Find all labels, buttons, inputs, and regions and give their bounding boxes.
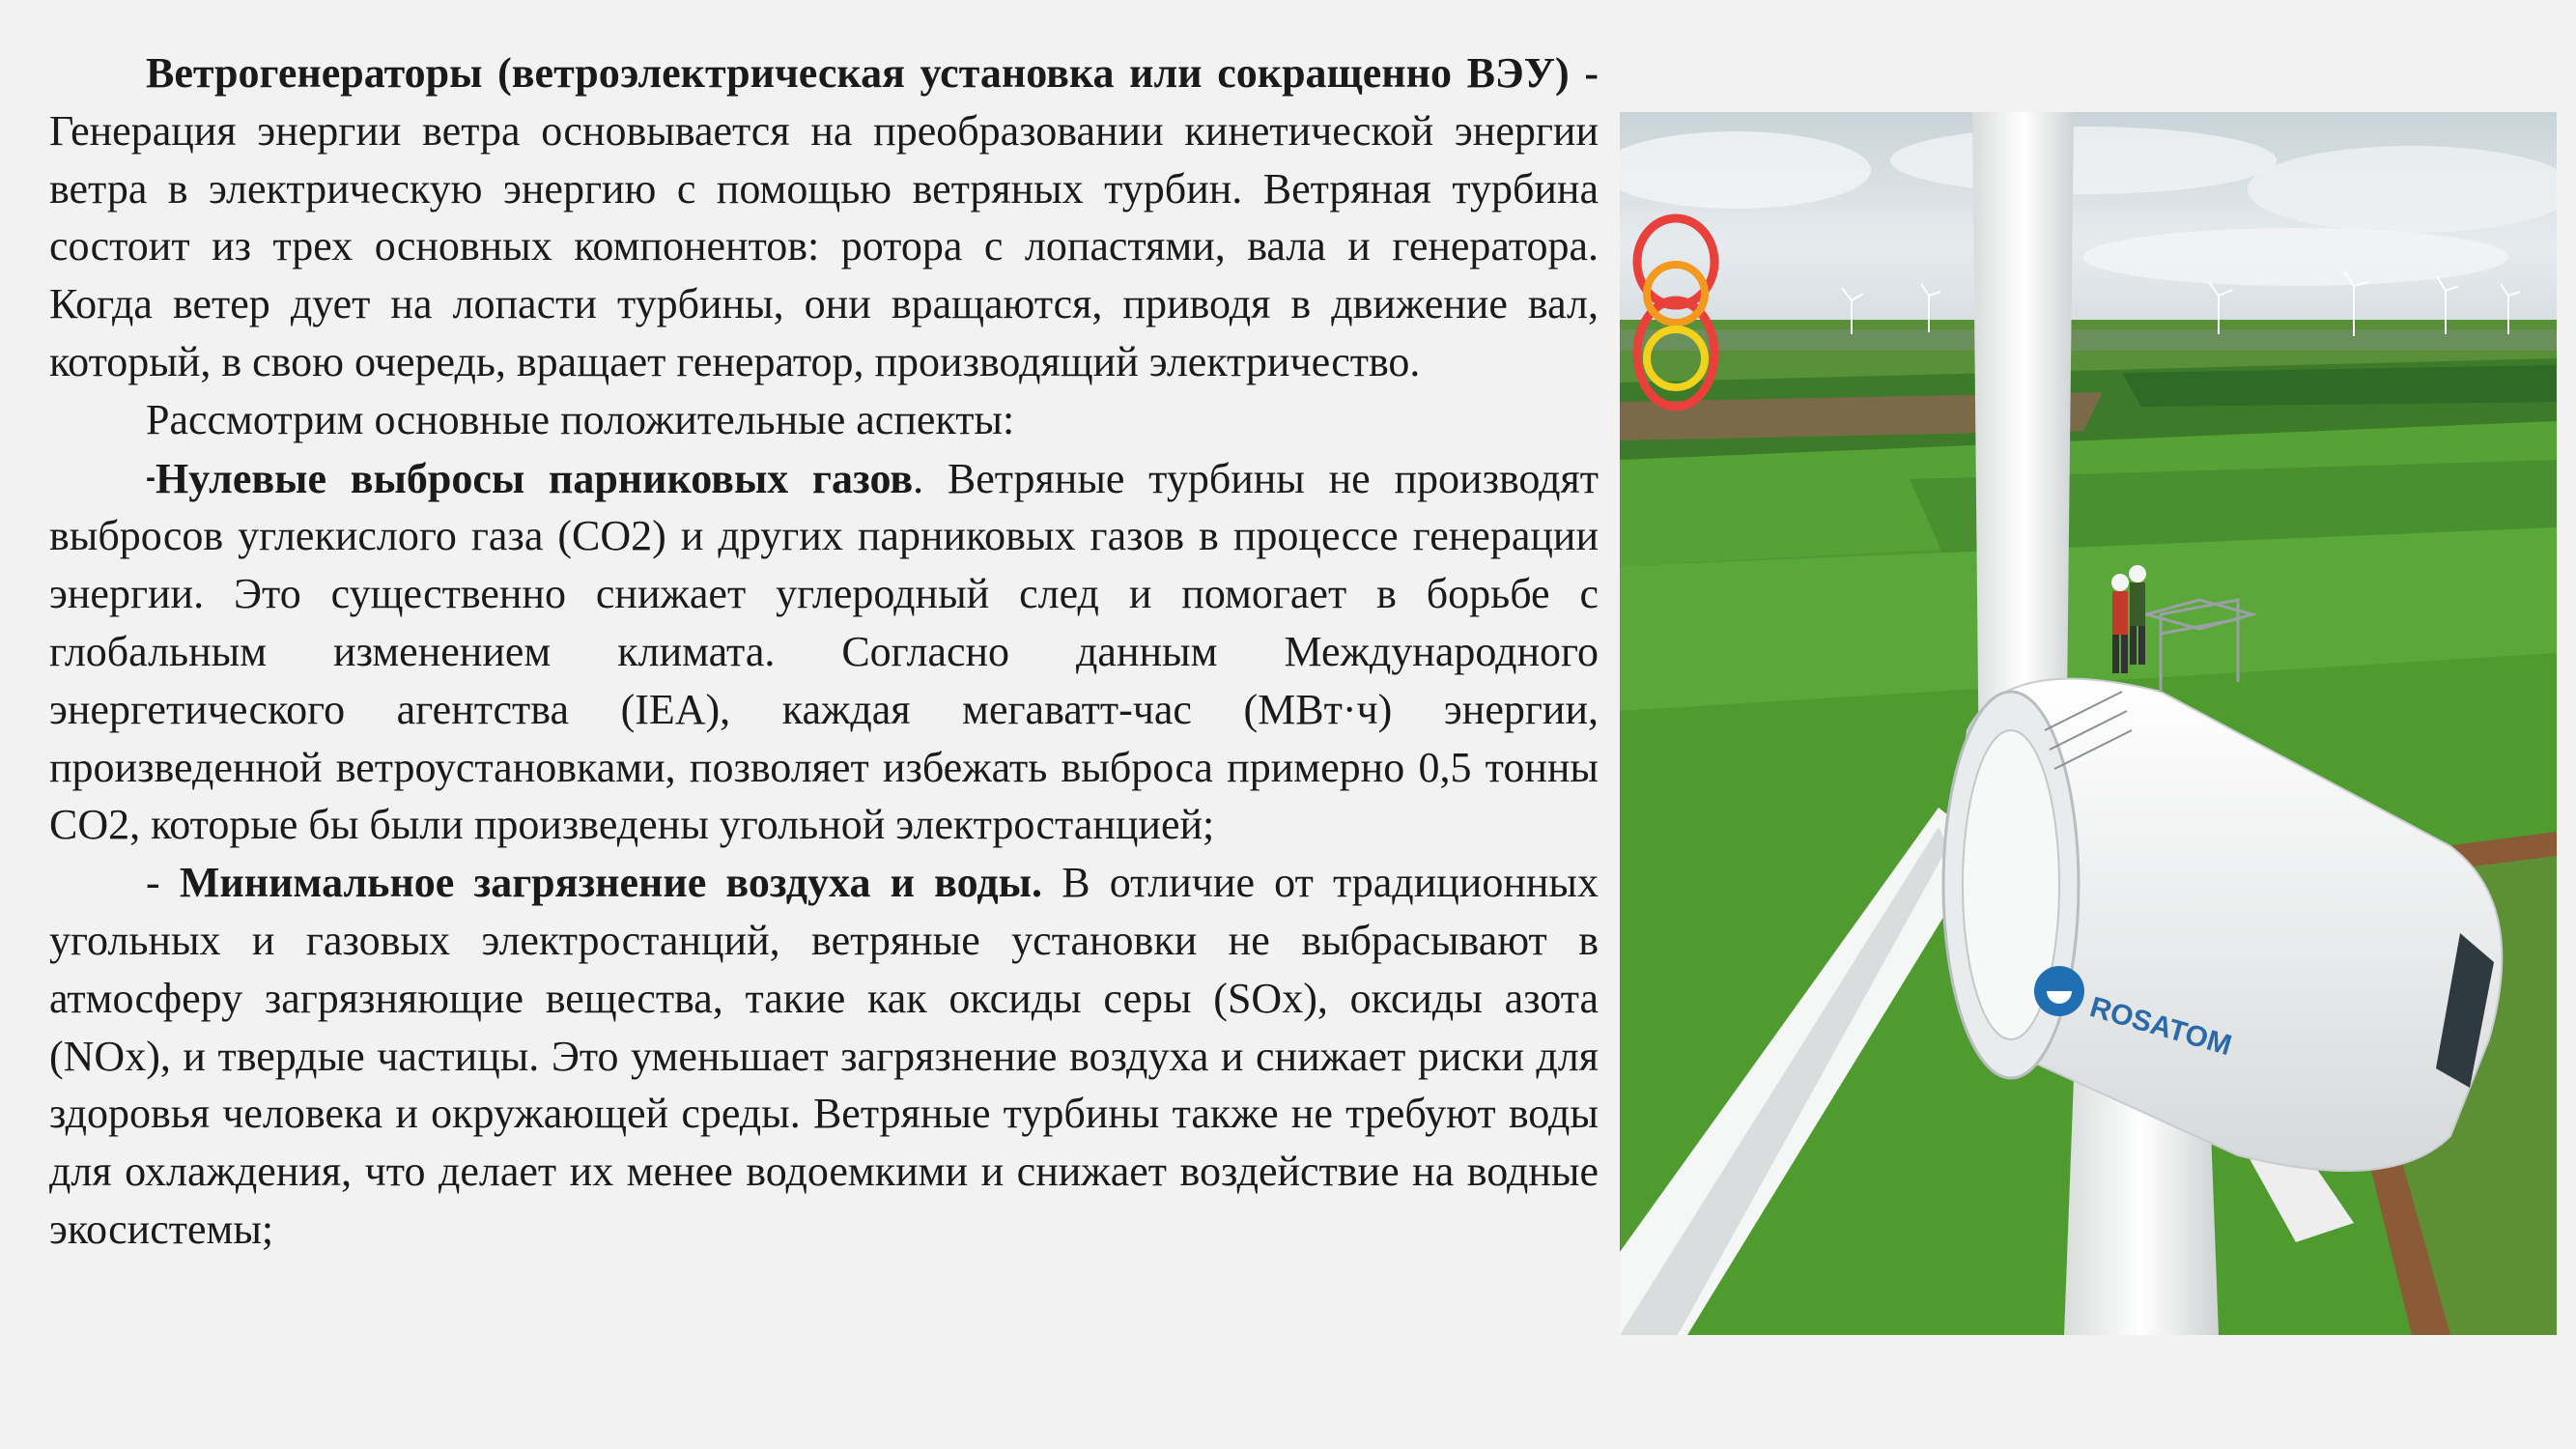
paragraph-3-bold-lead: Нулевые выбросы парниковых газов xyxy=(156,454,914,502)
paragraph-zero-emissions: -Нулевые выбросы парниковых газов. Ветря… xyxy=(49,449,1599,855)
paragraph-3-prefix: - xyxy=(146,461,156,494)
paragraph-4-bold-lead: Минимальное загрязнение воздуха и воды. xyxy=(179,859,1042,907)
paragraph-wind-generators: Ветрогенераторы (ветроэлектрическая уста… xyxy=(49,44,1599,391)
paragraph-positive-aspects-intro: Рассмотрим основные положительные аспект… xyxy=(49,391,1599,449)
paragraph-4-prefix: - xyxy=(146,859,180,907)
paragraph-2-text: Рассмотрим основные положительные аспект… xyxy=(146,395,1015,443)
paragraph-1-text: Генерация энергии ветра основывается на … xyxy=(49,106,1599,385)
paragraph-3-text: . Ветряные турбины не производят выбросо… xyxy=(49,454,1599,849)
wind-turbine-photo: ROSATOM xyxy=(1620,112,2557,1335)
paragraph-4-text: В отличие от традиционных угольных и газ… xyxy=(49,859,1599,1253)
paragraph-1-bold-lead: Ветрогенераторы (ветроэлектрическая уста… xyxy=(146,49,1599,97)
slide-page: Ветрогенераторы (ветроэлектрическая уста… xyxy=(0,0,2576,1449)
wind-turbine-illustration: ROSATOM xyxy=(1620,112,2557,1335)
paragraph-minimal-pollution: - Минимальное загрязнение воздуха и воды… xyxy=(49,854,1599,1259)
body-text: Ветрогенераторы (ветроэлектрическая уста… xyxy=(49,44,1599,1259)
